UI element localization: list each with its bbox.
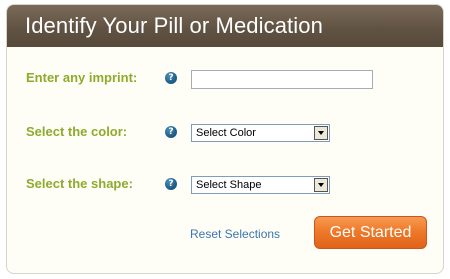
imprint-label: Enter any imprint: <box>26 70 138 85</box>
shape-select-value: Select Shape <box>196 179 262 191</box>
widget-header: Identify Your Pill or Medication <box>7 5 443 47</box>
chevron-down-icon[interactable] <box>314 178 328 192</box>
shape-select[interactable]: Select Shape <box>191 176 330 194</box>
widget-title: Identify Your Pill or Medication <box>25 13 323 38</box>
imprint-input[interactable] <box>191 70 373 89</box>
pill-identifier-widget: Identify Your Pill or Medication Enter a… <box>6 4 444 274</box>
imprint-help-icon[interactable]: ? <box>165 72 177 84</box>
shape-help-icon[interactable]: ? <box>165 178 177 190</box>
chevron-down-icon[interactable] <box>314 126 328 140</box>
shape-label: Select the shape: <box>26 176 133 191</box>
color-select[interactable]: Select Color <box>191 124 330 142</box>
color-select-value: Select Color <box>196 127 256 139</box>
color-help-icon[interactable]: ? <box>165 126 177 138</box>
get-started-button[interactable]: Get Started <box>314 216 427 249</box>
reset-selections-link[interactable]: Reset Selections <box>190 227 280 241</box>
color-label: Select the color: <box>26 124 128 139</box>
